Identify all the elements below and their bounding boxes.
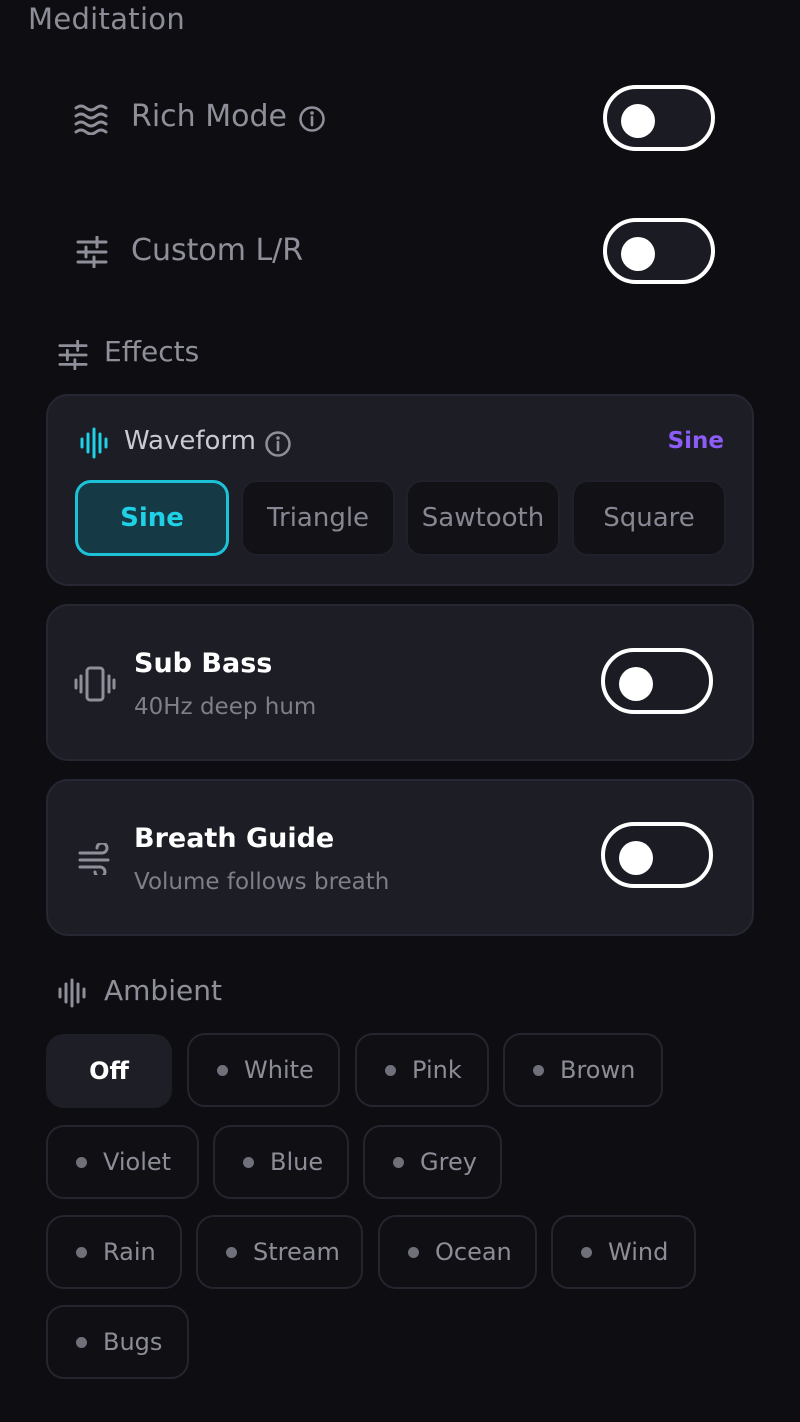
breath-guide-toggle[interactable] bbox=[601, 822, 713, 888]
chip-dot bbox=[408, 1246, 419, 1258]
rich-mode-row: Rich Mode bbox=[0, 80, 800, 160]
waveform-card: Waveform Sine Sine Triangle Sawtooth Squ… bbox=[46, 394, 754, 586]
chip-label: Blue bbox=[270, 1148, 324, 1176]
chip-dot bbox=[217, 1064, 228, 1076]
audio-bars-icon bbox=[58, 978, 86, 1008]
ambient-chip-rain[interactable]: Rain bbox=[46, 1215, 182, 1289]
rich-mode-toggle[interactable] bbox=[603, 85, 715, 151]
effects-title: Effects bbox=[104, 335, 200, 368]
chip-dot bbox=[76, 1156, 87, 1168]
ambient-chip-pink[interactable]: Pink bbox=[355, 1033, 489, 1107]
custom-lr-toggle[interactable] bbox=[603, 218, 715, 284]
waveform-option-triangle[interactable]: Triangle bbox=[241, 480, 395, 556]
chip-label: Violet bbox=[103, 1148, 172, 1176]
chip-label: Pink bbox=[412, 1056, 462, 1084]
toggle-knob bbox=[619, 667, 653, 701]
ambient-chip-blue[interactable]: Blue bbox=[213, 1125, 349, 1199]
breath-guide-card: Breath Guide Volume follows breath bbox=[46, 779, 754, 936]
chip-dot bbox=[533, 1064, 544, 1076]
waveform-icon bbox=[80, 427, 108, 459]
wind-icon bbox=[78, 843, 114, 875]
waveform-option-sine[interactable]: Sine bbox=[75, 480, 229, 556]
info-icon[interactable] bbox=[298, 105, 326, 133]
waveform-option-square[interactable]: Square bbox=[572, 480, 726, 556]
breath-guide-subtitle: Volume follows breath bbox=[134, 869, 390, 895]
ambient-chip-grey[interactable]: Grey bbox=[363, 1125, 502, 1199]
chip-dot bbox=[226, 1246, 237, 1258]
chip-label: Ocean bbox=[435, 1238, 512, 1266]
custom-lr-label: Custom L/R bbox=[131, 233, 304, 268]
sub-bass-toggle[interactable] bbox=[601, 648, 713, 714]
ambient-chip-off[interactable]: Off bbox=[46, 1034, 172, 1108]
toggle-knob bbox=[619, 841, 653, 875]
vibrate-icon bbox=[74, 666, 116, 702]
chip-label: Stream bbox=[253, 1238, 340, 1266]
chip-label: Bugs bbox=[103, 1328, 163, 1356]
sub-bass-subtitle: 40Hz deep hum bbox=[134, 694, 317, 720]
chip-dot bbox=[243, 1156, 254, 1168]
chip-dot bbox=[385, 1064, 396, 1076]
sliders-icon bbox=[76, 236, 108, 268]
chip-label: Off bbox=[89, 1057, 129, 1085]
page-title: Meditation bbox=[28, 2, 186, 36]
chip-dot bbox=[581, 1246, 592, 1258]
info-icon[interactable] bbox=[264, 430, 292, 458]
waveform-option-sawtooth[interactable]: Sawtooth bbox=[406, 480, 560, 556]
ambient-chip-bugs[interactable]: Bugs bbox=[46, 1305, 189, 1379]
sliders-icon bbox=[58, 340, 88, 370]
rich-mode-label: Rich Mode bbox=[131, 99, 287, 134]
chip-label: White bbox=[244, 1056, 314, 1084]
waveform-label: Waveform bbox=[124, 426, 256, 456]
toggle-knob bbox=[621, 237, 655, 271]
chip-dot bbox=[76, 1246, 87, 1258]
breath-guide-title: Breath Guide bbox=[134, 823, 335, 854]
chip-label: Brown bbox=[560, 1056, 636, 1084]
ambient-title: Ambient bbox=[104, 974, 222, 1007]
chip-label: Wind bbox=[608, 1238, 669, 1266]
chip-label: Rain bbox=[103, 1238, 156, 1266]
chip-label: Grey bbox=[420, 1148, 477, 1176]
toggle-knob bbox=[621, 104, 655, 138]
ambient-chip-white[interactable]: White bbox=[187, 1033, 340, 1107]
custom-lr-row: Custom L/R bbox=[0, 214, 800, 294]
ambient-chip-stream[interactable]: Stream bbox=[196, 1215, 363, 1289]
waveform-current-value: Sine bbox=[667, 428, 724, 454]
chip-dot bbox=[393, 1156, 404, 1168]
sub-bass-card: Sub Bass 40Hz deep hum bbox=[46, 604, 754, 761]
sub-bass-title: Sub Bass bbox=[134, 648, 273, 679]
ambient-chip-violet[interactable]: Violet bbox=[46, 1125, 199, 1199]
ambient-chip-ocean[interactable]: Ocean bbox=[378, 1215, 537, 1289]
waves-icon bbox=[74, 103, 110, 135]
ambient-chip-wind[interactable]: Wind bbox=[551, 1215, 696, 1289]
ambient-chip-brown[interactable]: Brown bbox=[503, 1033, 663, 1107]
chip-dot bbox=[76, 1336, 87, 1348]
